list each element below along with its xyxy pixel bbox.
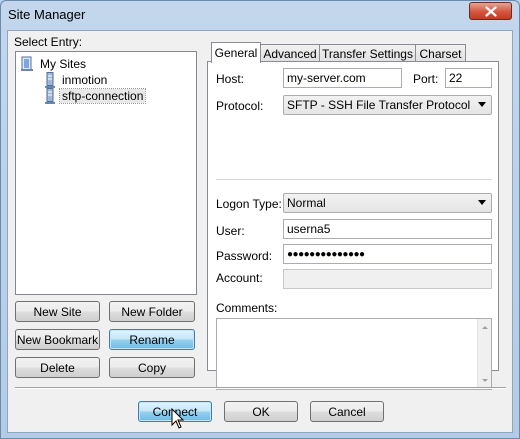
server-icon [45, 72, 55, 88]
tab-charset[interactable]: Charset [415, 44, 466, 62]
chevron-down-icon [478, 200, 486, 205]
site-manager-window: Site Manager Select Entry: My Sites inmo… [0, 0, 520, 439]
protocol-select[interactable]: SFTP - SSH File Transfer Protocol [283, 95, 492, 115]
tab-transfer-settings[interactable]: Transfer Settings [319, 44, 416, 62]
rename-button[interactable]: Rename [109, 329, 195, 350]
host-label: Host: [216, 72, 245, 86]
comments-label: Comments: [216, 301, 278, 315]
tree-root[interactable]: My Sites [20, 56, 88, 72]
user-input[interactable]: userna5 [283, 219, 492, 239]
footer-divider [15, 387, 506, 389]
cancel-button[interactable]: Cancel [310, 401, 384, 422]
port-label: Port: [413, 72, 439, 86]
tab-advanced[interactable]: Advanced [260, 44, 320, 62]
protocol-value: SFTP - SSH File Transfer Protocol [287, 98, 471, 112]
protocol-label: Protocol: [216, 99, 264, 113]
tree-root-label: My Sites [40, 57, 87, 71]
tree-item-sftp-connection[interactable]: sftp-connection [44, 88, 147, 104]
account-input [283, 269, 492, 289]
divider [216, 179, 492, 181]
scroll-up-icon [482, 326, 488, 329]
account-label: Account: [216, 271, 263, 285]
ok-button[interactable]: OK [224, 401, 298, 422]
close-icon [484, 5, 497, 17]
logon-type-value: Normal [287, 196, 326, 210]
comments-textarea[interactable] [216, 318, 492, 390]
host-input[interactable]: my-server.com [283, 68, 402, 88]
password-input[interactable]: ●●●●●●●●●●●●●● [283, 244, 492, 264]
port-input[interactable]: 22 [445, 68, 492, 88]
logon-type-select[interactable]: Normal [283, 193, 492, 213]
close-button[interactable] [469, 2, 512, 20]
copy-button[interactable]: Copy [109, 357, 195, 378]
new-bookmark-button[interactable]: New Bookmark [15, 329, 100, 350]
new-site-button[interactable]: New Site [15, 301, 100, 322]
tree-item-label: inmotion [62, 73, 108, 87]
scroll-down-icon [482, 379, 488, 382]
select-entry-label: Select Entry: [14, 35, 83, 49]
delete-button[interactable]: Delete [15, 357, 100, 378]
general-panel: Host: my-server.com Port: 22 Protocol: S… [207, 61, 499, 390]
tree-item-label: sftp-connection [58, 88, 147, 104]
tree-item-inmotion[interactable]: inmotion [44, 72, 109, 88]
comments-scrollbar[interactable] [477, 319, 491, 389]
mouse-cursor-icon [171, 408, 185, 429]
folder-icon [21, 56, 33, 71]
server-icon [45, 88, 55, 104]
user-label: User: [216, 224, 245, 238]
chevron-down-icon [478, 102, 486, 107]
window-title: Site Manager [8, 7, 86, 22]
new-folder-button[interactable]: New Folder [109, 301, 195, 322]
site-tree[interactable]: My Sites inmotion sftp-connection [15, 51, 197, 295]
password-label: Password: [216, 249, 273, 263]
logon-type-label: Logon Type: [216, 197, 282, 211]
dialog-body: Select Entry: My Sites inmotion sftp-con… [7, 30, 513, 433]
tab-general[interactable]: General [211, 42, 261, 63]
